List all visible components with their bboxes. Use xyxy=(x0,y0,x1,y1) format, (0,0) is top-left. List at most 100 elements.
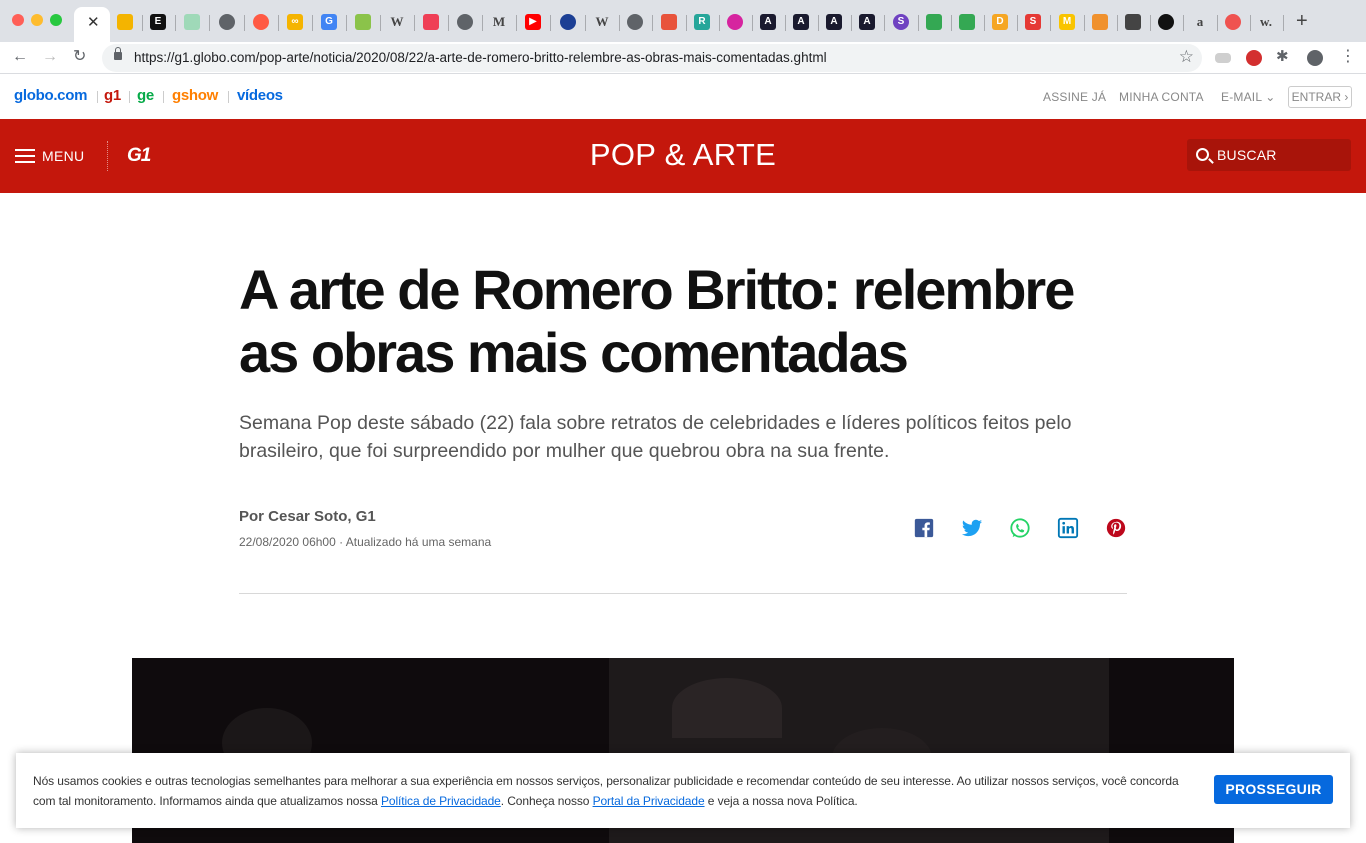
minimize-window-button[interactable] xyxy=(31,14,43,26)
drive-favicon[interactable] xyxy=(926,14,942,30)
tab-separator xyxy=(752,15,753,31)
wikipedia-favicon-2[interactable]: W xyxy=(594,14,610,30)
book-favicon[interactable] xyxy=(661,14,677,30)
tab-separator xyxy=(312,15,313,31)
url-text[interactable]: https://g1.globo.com/pop-arte/noticia/20… xyxy=(134,50,827,65)
section-header: MENU G1 POP & ARTE BUSCAR xyxy=(0,119,1366,193)
s-red-favicon[interactable]: S xyxy=(1025,14,1041,30)
m-favicon[interactable]: M xyxy=(1059,14,1075,30)
section-title[interactable]: POP & ARTE xyxy=(0,137,1366,173)
twitter-icon[interactable] xyxy=(961,517,983,539)
divider xyxy=(97,91,98,103)
privacy-portal-link[interactable]: Portal da Privacidade xyxy=(593,794,705,808)
lock-icon xyxy=(114,47,122,60)
tab-separator xyxy=(984,15,985,31)
amazon-favicon[interactable]: a xyxy=(1192,14,1208,30)
youtube-favicon[interactable]: ▶ xyxy=(525,14,541,30)
tab-separator xyxy=(951,15,952,31)
target-favicon[interactable] xyxy=(1225,14,1241,30)
close-tab-icon[interactable]: ✕ xyxy=(87,14,100,32)
whatsapp-icon[interactable] xyxy=(1009,517,1031,539)
pinterest-icon[interactable] xyxy=(1105,517,1127,539)
minha-conta-link[interactable]: MINHA CONTA xyxy=(1119,90,1204,104)
chevron-down-icon: ⌄ xyxy=(1261,90,1276,104)
tab-separator xyxy=(1150,15,1151,31)
sheets-favicon[interactable] xyxy=(184,14,200,30)
circle-favicon[interactable] xyxy=(560,14,576,30)
forward-arrow-icon[interactable]: → xyxy=(42,46,58,68)
tab-separator xyxy=(785,15,786,31)
tab-separator xyxy=(1117,15,1118,31)
orange-favicon[interactable] xyxy=(1092,14,1108,30)
reload-icon[interactable]: ↻ xyxy=(73,46,86,68)
ai-favicon-4[interactable]: A xyxy=(859,14,875,30)
d-favicon[interactable]: D xyxy=(992,14,1008,30)
pocket-favicon[interactable] xyxy=(423,14,439,30)
search-button[interactable]: BUSCAR xyxy=(1187,139,1351,171)
tab-separator xyxy=(851,15,852,31)
article-byline: Por Cesar Soto, G1 xyxy=(239,508,376,525)
w-favicon[interactable]: w. xyxy=(1258,14,1274,30)
r-favicon[interactable]: R xyxy=(694,14,710,30)
google-favicon[interactable]: G xyxy=(321,14,337,30)
close-window-button[interactable] xyxy=(12,14,24,26)
drive-favicon-2[interactable] xyxy=(959,14,975,30)
wikipedia-favicon[interactable]: W xyxy=(389,14,405,30)
back-arrow-icon[interactable]: ← xyxy=(12,46,28,68)
g1-link[interactable]: g1 xyxy=(104,87,121,104)
maximize-window-button[interactable] xyxy=(50,14,62,26)
tab-separator xyxy=(278,15,279,31)
address-bar[interactable]: https://g1.globo.com/pop-arte/noticia/20… xyxy=(102,44,1202,72)
ge-link[interactable]: ge xyxy=(137,87,154,104)
globe-favicon-3[interactable] xyxy=(627,14,643,30)
ai-favicon-3[interactable]: A xyxy=(826,14,842,30)
active-tab[interactable]: ✕ xyxy=(74,7,110,42)
extension-icon-1[interactable] xyxy=(1215,53,1231,63)
globo-link[interactable]: globo.com xyxy=(14,87,87,104)
ai-favicon-1[interactable]: A xyxy=(760,14,776,30)
prosseguir-button[interactable]: PROSSEGUIR xyxy=(1214,775,1333,804)
privacy-policy-link[interactable]: Política de Privacidade xyxy=(381,794,501,808)
videos-link[interactable]: vídeos xyxy=(237,87,283,104)
slides-favicon[interactable] xyxy=(117,14,133,30)
email-menu[interactable]: E-MAIL ⌄ xyxy=(1221,90,1276,104)
assine-link[interactable]: ASSINE JÁ xyxy=(1043,90,1106,104)
cookie-text: Nós usamos cookies e outras tecnologias … xyxy=(33,771,1203,811)
star-icon[interactable]: ☆ xyxy=(1179,47,1194,67)
tab-separator xyxy=(244,15,245,31)
tab-separator xyxy=(1050,15,1051,31)
medium-favicon[interactable]: M xyxy=(491,14,507,30)
feedly-favicon[interactable] xyxy=(355,14,371,30)
kebab-menu-icon[interactable]: ⋮ xyxy=(1340,46,1356,68)
tab-separator xyxy=(142,15,143,31)
tab-separator xyxy=(482,15,483,31)
tab-separator xyxy=(686,15,687,31)
entrar-button[interactable]: ENTRAR › xyxy=(1288,86,1352,108)
globe-favicon-2[interactable] xyxy=(457,14,473,30)
linkedin-icon[interactable] xyxy=(1057,517,1079,539)
gshow-link[interactable]: gshow xyxy=(172,87,218,104)
loop-favicon[interactable]: ∞ xyxy=(287,14,303,30)
ai-favicon-2[interactable]: A xyxy=(793,14,809,30)
pen-favicon[interactable] xyxy=(1125,14,1141,30)
tab-separator xyxy=(414,15,415,31)
tab-separator xyxy=(516,15,517,31)
browser-tab-strip: ✕ E ∞ G W M ▶ W R A A A A S D S Ma w. + xyxy=(0,0,1366,42)
dark-circle-favicon[interactable] xyxy=(1158,14,1174,30)
new-tab-button[interactable]: + xyxy=(1296,10,1308,32)
s-favicon[interactable]: S xyxy=(893,14,909,30)
adblock-icon[interactable] xyxy=(1246,50,1262,66)
globe-favicon[interactable] xyxy=(219,14,235,30)
article-subtitle: Semana Pop deste sábado (22) fala sobre … xyxy=(239,412,1072,462)
cookie-text-part: e veja a nossa nova Política. xyxy=(704,794,858,808)
tab-separator xyxy=(448,15,449,31)
opera-favicon[interactable] xyxy=(253,14,269,30)
tab-separator xyxy=(550,15,551,31)
divider xyxy=(163,91,164,103)
instagram-favicon[interactable] xyxy=(727,14,743,30)
puzzle-icon[interactable]: ✱ xyxy=(1276,46,1289,68)
cookie-text-part: . Conheça nosso xyxy=(500,794,593,808)
facebook-icon[interactable] xyxy=(913,517,935,539)
e-favicon[interactable]: E xyxy=(150,14,166,30)
profile-icon[interactable] xyxy=(1307,50,1323,66)
